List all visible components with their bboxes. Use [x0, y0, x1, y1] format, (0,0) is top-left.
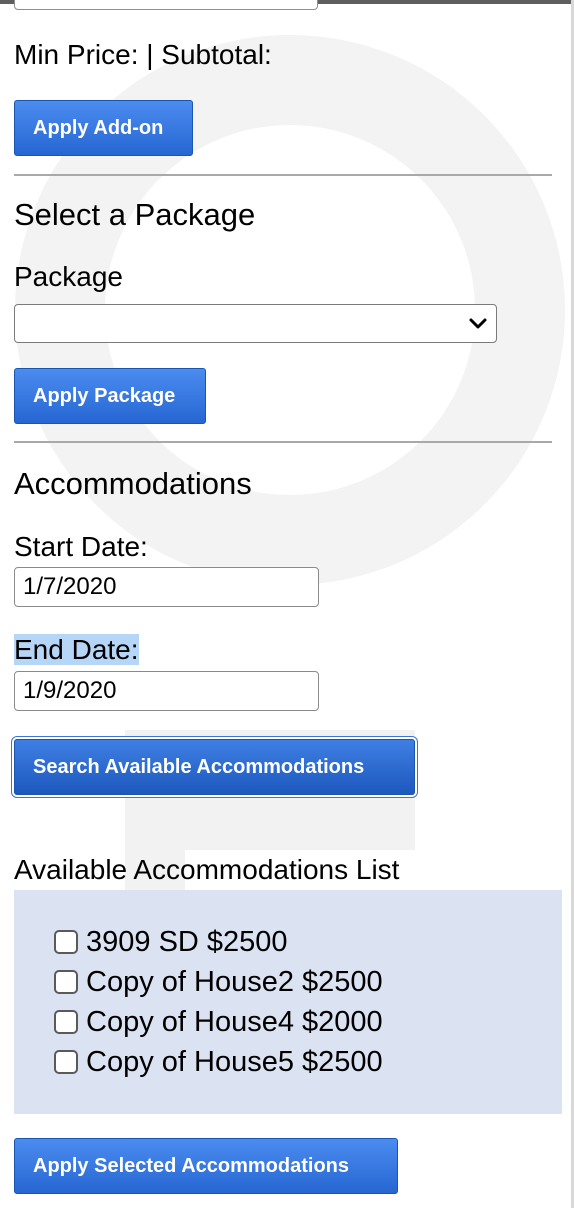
- apply-package-button[interactable]: Apply Package: [14, 368, 206, 424]
- section-divider: [14, 441, 552, 443]
- end-date-label: End Date:: [14, 633, 139, 667]
- checkbox-icon[interactable]: [54, 970, 78, 994]
- end-date-label-text: End Date:: [14, 634, 139, 665]
- accommodations-list: 3909 SD $2500 Copy of House2 $2500 Copy …: [14, 890, 562, 1114]
- list-item[interactable]: Copy of House4 $2000: [54, 1002, 383, 1042]
- chevron-down-icon: [469, 318, 487, 329]
- list-item[interactable]: Copy of House5 $2500: [54, 1042, 383, 1082]
- list-item-label: Copy of House4 $2000: [86, 1006, 383, 1038]
- package-label: Package: [14, 261, 123, 292]
- list-item[interactable]: 3909 SD $2500: [54, 922, 288, 962]
- addon-price-subtotal: Min Price: | Subtotal:: [14, 39, 272, 70]
- list-item-label: 3909 SD $2500: [86, 926, 288, 958]
- checkbox-icon[interactable]: [54, 1010, 78, 1034]
- previous-input-field[interactable]: [14, 0, 318, 10]
- package-section-heading: Select a Package: [14, 197, 256, 232]
- package-select[interactable]: [14, 304, 497, 343]
- checkbox-icon[interactable]: [54, 930, 78, 954]
- list-item-label: Copy of House5 $2500: [86, 1046, 383, 1078]
- start-date-label: Start Date:: [14, 531, 148, 562]
- list-item-label: Copy of House2 $2500: [86, 966, 383, 998]
- checkbox-icon[interactable]: [54, 1050, 78, 1074]
- start-date-input[interactable]: [14, 567, 319, 607]
- available-list-heading: Available Accommodations List: [14, 854, 400, 885]
- apply-accommodations-button[interactable]: Apply Selected Accommodations: [14, 1138, 398, 1194]
- end-date-input[interactable]: [14, 671, 319, 711]
- apply-addon-button[interactable]: Apply Add-on: [14, 100, 193, 156]
- section-divider: [14, 174, 552, 176]
- search-accommodations-button[interactable]: Search Available Accommodations: [14, 739, 415, 795]
- accommodations-heading: Accommodations: [14, 466, 252, 501]
- list-item[interactable]: Copy of House2 $2500: [54, 962, 383, 1002]
